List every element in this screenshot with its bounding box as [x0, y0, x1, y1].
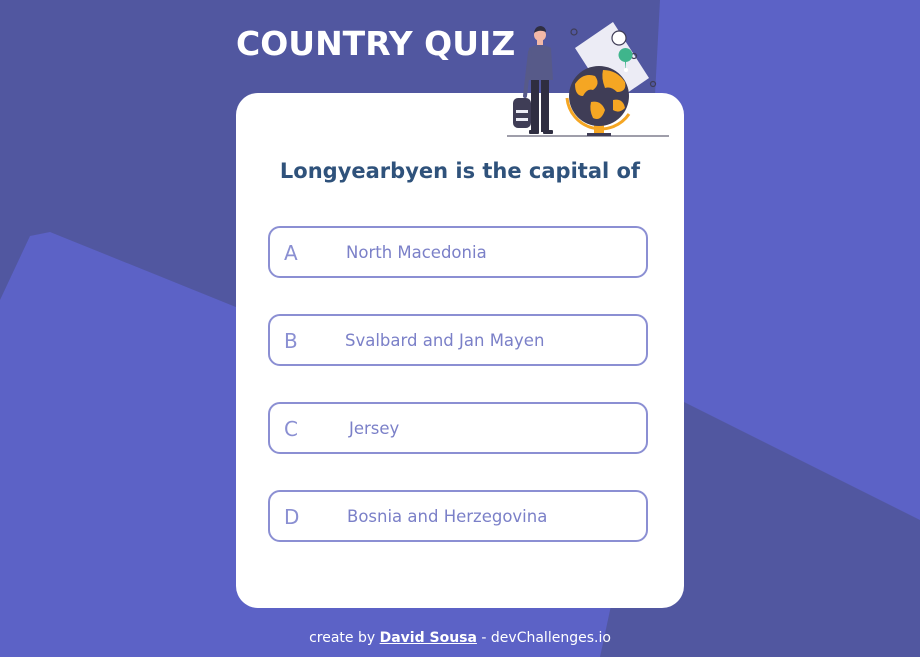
author-link[interactable]: David Sousa	[380, 630, 477, 646]
option-letter: B	[284, 329, 298, 353]
question-text: Longyearbyen is the capital of	[279, 159, 641, 183]
quiz-title: COUNTRY QUIZ	[236, 24, 516, 63]
quiz-card: Longyearbyen is the capital of A North M…	[236, 93, 684, 608]
option-letter: C	[284, 417, 298, 441]
footer: create by David Sousa - devChallenges.io	[0, 630, 920, 646]
option-c-button[interactable]: C Jersey	[268, 402, 648, 454]
footer-site: devChallenges.io	[490, 630, 611, 646]
option-label: Svalbard and Jan Mayen	[345, 331, 545, 350]
person-with-globe-illustration-icon	[507, 22, 669, 137]
option-letter: A	[284, 241, 298, 265]
option-label: Jersey	[349, 419, 400, 438]
option-b-button[interactable]: B Svalbard and Jan Mayen	[268, 314, 648, 366]
footer-separator: -	[481, 630, 487, 646]
option-label: Bosnia and Herzegovina	[347, 507, 548, 526]
footer-prefix: create by	[309, 630, 376, 646]
option-a-button[interactable]: A North Macedonia	[268, 226, 648, 278]
option-letter: D	[284, 505, 300, 529]
option-d-button[interactable]: D Bosnia and Herzegovina	[268, 490, 648, 542]
option-label: North Macedonia	[346, 243, 487, 262]
